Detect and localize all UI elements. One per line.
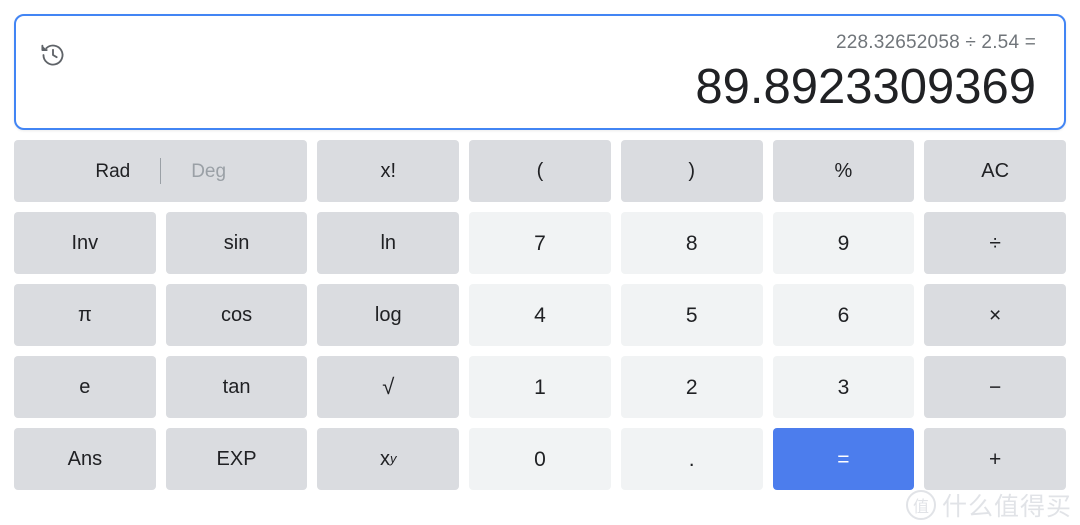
key-inverse[interactable]: Inv: [14, 212, 156, 274]
key-decimal[interactable]: .: [620, 428, 763, 490]
key-2[interactable]: 2: [620, 356, 763, 418]
key-equals[interactable]: =: [772, 428, 915, 490]
key-9[interactable]: 9: [772, 212, 915, 274]
angle-mode-rad[interactable]: Rad: [65, 162, 160, 181]
key-exp[interactable]: EXP: [165, 428, 308, 490]
key-4[interactable]: 4: [469, 284, 611, 346]
key-6[interactable]: 6: [772, 284, 915, 346]
key-5[interactable]: 5: [620, 284, 763, 346]
calculator-display[interactable]: 228.32652058 ÷ 2.54 = 89.8923309369: [14, 14, 1066, 130]
key-factorial[interactable]: x!: [317, 140, 460, 202]
display-result: 89.8923309369: [695, 60, 1036, 114]
key-0[interactable]: 0: [469, 428, 611, 490]
key-divide[interactable]: ÷: [924, 212, 1066, 274]
key-multiply[interactable]: ×: [924, 284, 1066, 346]
key-7[interactable]: 7: [469, 212, 611, 274]
history-icon[interactable]: [38, 40, 68, 70]
calculator-app: 228.32652058 ÷ 2.54 = 89.8923309369 Rad …: [0, 0, 1080, 525]
watermark: 值 什么值得买: [905, 487, 1072, 523]
key-cos[interactable]: cos: [165, 284, 308, 346]
watermark-badge: 值: [905, 490, 936, 520]
key-all-clear[interactable]: AC: [924, 140, 1066, 202]
key-3[interactable]: 3: [772, 356, 915, 418]
key-e[interactable]: e: [14, 356, 156, 418]
key-ln[interactable]: ln: [317, 212, 460, 274]
key-answer[interactable]: Ans: [14, 428, 156, 490]
key-1[interactable]: 1: [469, 356, 611, 418]
angle-mode-deg[interactable]: Deg: [161, 162, 256, 181]
key-sin[interactable]: sin: [165, 212, 308, 274]
calculator-keypad: Rad Deg x! ( ) % AC Inv sin ln 7 8 9 ÷ π…: [14, 140, 1066, 490]
key-8[interactable]: 8: [620, 212, 763, 274]
angle-mode-toggle[interactable]: Rad Deg: [14, 140, 308, 202]
key-log[interactable]: log: [317, 284, 460, 346]
key-open-paren[interactable]: (: [469, 140, 611, 202]
key-close-paren[interactable]: ): [620, 140, 763, 202]
key-sqrt[interactable]: √: [317, 356, 460, 418]
display-expression: 228.32652058 ÷ 2.54 =: [835, 32, 1036, 53]
key-pi[interactable]: π: [14, 284, 156, 346]
key-tan[interactable]: tan: [165, 356, 308, 418]
key-power[interactable]: xy: [317, 428, 460, 490]
key-power-base: x: [380, 448, 391, 470]
key-minus[interactable]: −: [924, 356, 1066, 418]
key-plus[interactable]: +: [924, 428, 1066, 490]
key-percent[interactable]: %: [772, 140, 915, 202]
watermark-text: 什么值得买: [941, 492, 1072, 521]
